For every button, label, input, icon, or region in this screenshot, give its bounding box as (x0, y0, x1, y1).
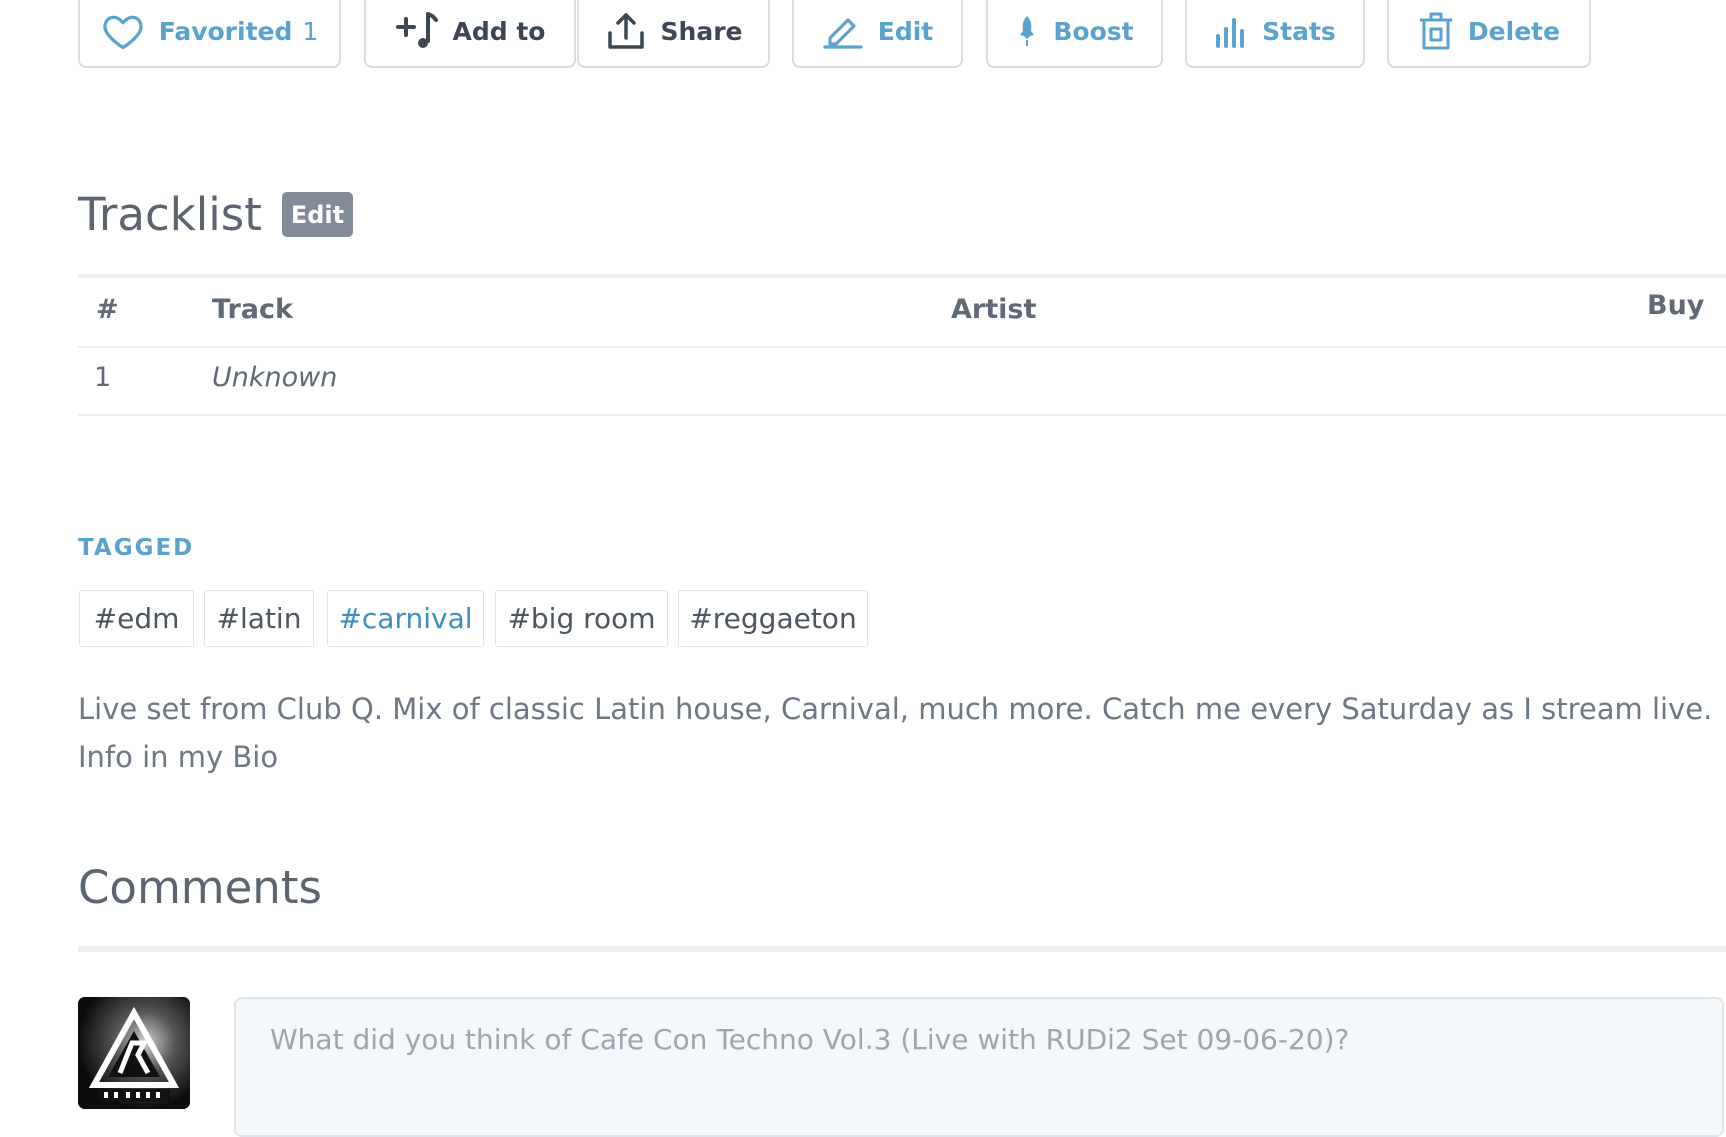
comments-title: Comments (78, 861, 322, 914)
column-header-buy: Buy (1647, 290, 1705, 321)
tracklist-header-divider (78, 346, 1726, 348)
mix-description: Live set from Club Q. Mix of classic Lat… (78, 692, 1713, 774)
boost-label: Boost (1053, 16, 1134, 46)
avatar (78, 997, 190, 1109)
add-to-button[interactable]: Add to (364, 0, 576, 68)
tracklist-top-divider (78, 274, 1726, 278)
track-number: 1 (94, 362, 112, 393)
column-header-number: # (96, 294, 119, 325)
tracklist-row-divider (78, 414, 1726, 416)
tag-reggaeton[interactable]: #reggaeton (678, 590, 868, 647)
edit-button[interactable]: Edit (792, 0, 963, 68)
share-label: Share (660, 16, 743, 46)
comment-input[interactable] (234, 997, 1724, 1137)
pencil-icon (822, 12, 864, 50)
add-to-label: Add to (452, 16, 546, 46)
heart-icon (101, 9, 145, 53)
tagged-label: TAGGED (78, 535, 195, 561)
add-music-note-icon (395, 10, 439, 52)
tracklist-title: Tracklist (78, 188, 262, 241)
comments-divider (78, 946, 1726, 952)
tag-big-room[interactable]: #big room (495, 590, 668, 647)
tag-edm[interactable]: #edm (79, 590, 194, 647)
edit-label: Edit (877, 16, 934, 46)
column-header-artist: Artist (951, 294, 1037, 325)
favorited-button[interactable]: Favorited 1 (78, 0, 341, 68)
share-button[interactable]: Share (577, 0, 770, 68)
trash-icon (1418, 12, 1454, 50)
stats-label: Stats (1262, 16, 1336, 46)
bar-chart-icon (1214, 14, 1248, 48)
rocket-icon (1015, 14, 1039, 48)
tracklist-edit-button[interactable]: Edit (282, 192, 353, 237)
tag-latin[interactable]: #latin (204, 590, 314, 647)
tag-carnival[interactable]: #carnival (327, 590, 484, 647)
column-header-track: Track (212, 294, 293, 325)
stats-button[interactable]: Stats (1185, 0, 1365, 68)
delete-label: Delete (1467, 16, 1561, 46)
boost-button[interactable]: Boost (986, 0, 1163, 68)
delete-button[interactable]: Delete (1387, 0, 1591, 68)
upload-share-icon (605, 11, 647, 51)
favorited-count: 1 (302, 16, 319, 46)
favorited-label: Favorited (158, 16, 293, 46)
track-title: Unknown (212, 362, 338, 393)
